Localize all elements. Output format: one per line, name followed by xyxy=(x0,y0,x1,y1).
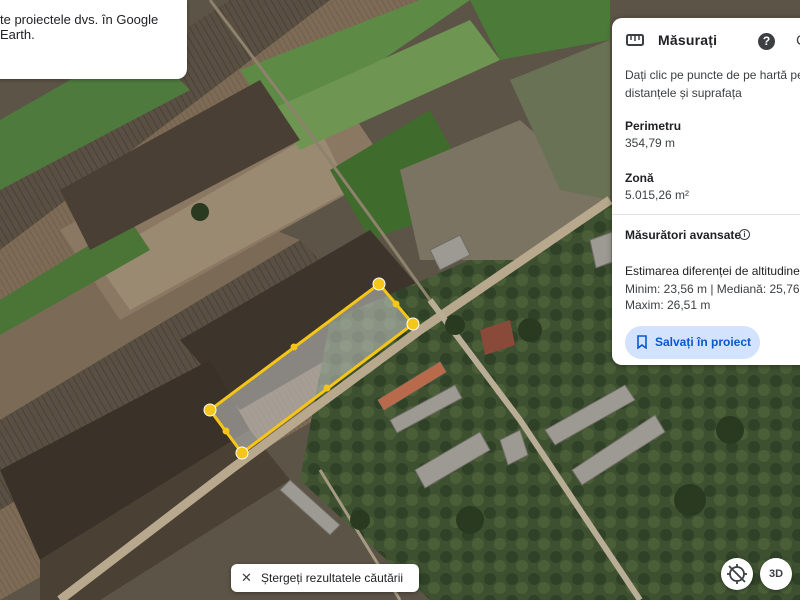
instructions-line-1: Dați clic pe puncte de pe hartă pe xyxy=(625,68,800,82)
view-3d-button[interactable]: 3D xyxy=(760,558,792,590)
compass-off-button[interactable] xyxy=(721,558,753,590)
elevation-min-median: Minim: 23,56 m | Mediană: 25,76 m xyxy=(625,282,800,296)
area-label: Zonă xyxy=(625,171,654,185)
compass-off-icon xyxy=(727,564,747,584)
perimeter-value: 354,79 m xyxy=(625,136,676,150)
clear-search-results-label: Ștergeți rezultatele căutării xyxy=(261,571,404,585)
measure-panel-header: Măsurați ? C xyxy=(612,18,800,64)
elevation-max: Maxim: 26,51 m xyxy=(625,298,711,312)
close-icon[interactable]: C xyxy=(796,32,800,49)
save-to-project-label: Salvați în proiect xyxy=(655,335,752,349)
measure-instructions: Dați clic pe puncte de pe hartă pe dista… xyxy=(625,66,800,102)
save-to-project-button[interactable]: Salvați în proiect xyxy=(625,326,760,359)
measure-panel: Măsurați ? C Dați clic pe puncte de pe h… xyxy=(612,18,800,365)
advanced-measurements-title: Măsurători avansate xyxy=(625,228,742,242)
help-icon[interactable]: ? xyxy=(758,33,775,50)
bookmark-icon xyxy=(637,335,647,349)
elevation-title: Estimarea diferenței de altitudine xyxy=(625,264,800,278)
instructions-line-2: distanțele și suprafața xyxy=(625,86,742,100)
clear-search-results-button[interactable]: ✕ Ștergeți rezultatele căutării xyxy=(231,564,419,592)
close-icon: ✕ xyxy=(241,570,252,585)
view-3d-label: 3D xyxy=(768,568,784,580)
panel-divider xyxy=(612,214,800,215)
perimeter-label: Perimetru xyxy=(625,119,682,133)
measure-panel-title: Măsurați xyxy=(658,32,718,48)
info-banner: te proiectele dvs. în Google Earth. xyxy=(0,0,187,79)
ruler-icon xyxy=(626,34,644,46)
area-value: 5.015,26 m² xyxy=(625,188,690,202)
banner-text: te proiectele dvs. în Google Earth. xyxy=(0,12,159,42)
info-icon[interactable]: i xyxy=(739,229,750,240)
